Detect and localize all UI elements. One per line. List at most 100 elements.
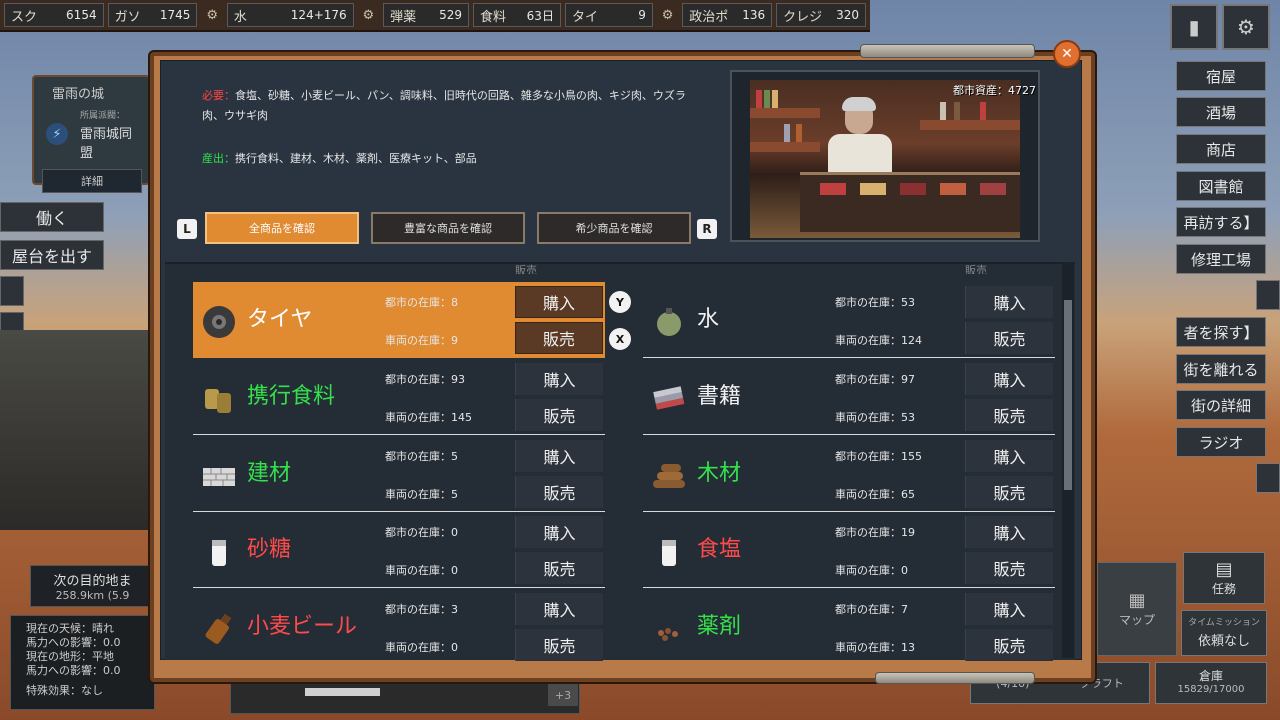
city-stock: 都市の在庫：3 — [385, 603, 458, 616]
map-icon: ▦ — [1128, 590, 1146, 611]
key-l-icon: L — [177, 219, 197, 239]
item-name: 水 — [697, 307, 720, 332]
buy-button[interactable]: 購入 — [965, 516, 1053, 548]
produced-goods: 産出：携行食料、建材、木材、薬剤、医療キット、部品 — [202, 150, 702, 166]
time-mission-panel[interactable]: タイムミッション 依頼なし — [1181, 610, 1267, 656]
destination-distance: 258.9km (5.9 — [55, 589, 130, 602]
books-icon — [653, 386, 685, 410]
menu-inn[interactable]: 宿屋 — [1176, 61, 1266, 91]
produced-label: 産出： — [202, 152, 235, 165]
city-stock: 都市の在庫：97 — [835, 373, 915, 386]
vehicle-stock: 車両の在庫：145 — [385, 411, 472, 424]
weather-line: 現在の天候：晴れ — [26, 622, 114, 635]
storage-button[interactable]: 倉庫 15829/17000 — [1155, 662, 1267, 704]
sell-button[interactable]: 販売 — [965, 629, 1053, 661]
list-item-rations[interactable]: 携行食料 都市の在庫：93 車両の在庫：145 購入 販売 — [193, 359, 605, 435]
storage-label: 倉庫 — [1198, 669, 1223, 683]
menu-tavern[interactable]: 酒場 — [1176, 97, 1266, 127]
tab-all-goods[interactable]: 全商品を確認 — [205, 212, 359, 244]
sell-button[interactable]: 販売 — [965, 476, 1053, 508]
list-item-medicine[interactable]: 薬剤 都市の在庫：7 車両の在庫：13 購入 販売 — [643, 589, 1055, 665]
logs-icon — [653, 464, 685, 488]
weather-panel: 現在の天候：晴れ 馬力への影響：0.0 現在の地形：平地 馬力への影響：0.0 … — [10, 615, 155, 710]
caravan-scene — [0, 330, 160, 530]
side-tab-button[interactable] — [0, 276, 24, 306]
buy-button[interactable]: 購入 — [965, 286, 1053, 318]
menu-repair-shop[interactable]: 修理工場 — [1176, 244, 1266, 274]
item-name: 書籍 — [697, 384, 742, 409]
menu-leave-town[interactable]: 街を離れる — [1176, 354, 1266, 384]
city-stock: 都市の在庫：19 — [835, 526, 915, 539]
menu-radio[interactable]: ラジオ — [1176, 427, 1266, 457]
gear-icon: ⚙ — [206, 7, 218, 23]
menu-town-details[interactable]: 街の詳細 — [1176, 390, 1266, 420]
close-icon[interactable]: ✕ — [1053, 40, 1081, 68]
item-name: 薬剤 — [697, 614, 742, 639]
list-item-wheat-beer[interactable]: 小麦ビール 都市の在庫：3 車両の在庫：0 購入 販売 — [193, 589, 605, 665]
destination-title: 次の目的地ま — [53, 574, 132, 589]
tab-rare-goods[interactable]: 希少商品を確認 — [537, 212, 691, 244]
lightning-icon: ⚡ — [46, 123, 68, 145]
tab-plentiful-goods[interactable]: 豊富な商品を確認 — [371, 212, 525, 244]
list-item-salt[interactable]: 食塩 都市の在庫：19 車両の在庫：0 購入 販売 — [643, 512, 1055, 588]
list-item-sugar[interactable]: 砂糖 都市の在庫：0 車両の在庫：0 購入 販売 — [193, 512, 605, 588]
task-button[interactable]: ▤ 任務 — [1183, 552, 1265, 604]
side-tab-button[interactable] — [1256, 280, 1280, 310]
buy-button[interactable]: 購入 — [965, 440, 1053, 472]
settings-gear-icon[interactable]: ⚙ — [1222, 4, 1270, 50]
list-item-wood[interactable]: 木材 都市の在庫：155 車両の在庫：65 購入 販売 — [643, 436, 1055, 512]
time-mission-status: 依頼なし — [1197, 634, 1250, 649]
buy-button[interactable]: 購入 — [515, 363, 603, 395]
work-button[interactable]: 働く — [0, 202, 104, 232]
sell-button[interactable]: 販売 — [965, 552, 1053, 584]
resource-gasoline: ガソ 1745 — [107, 3, 198, 27]
item-name: 食塩 — [697, 537, 742, 562]
buy-button[interactable]: 購入 — [515, 440, 603, 472]
y-button-icon: Y — [609, 291, 631, 313]
menu-shop[interactable]: 商店 — [1176, 134, 1266, 164]
resource-ammo: 弾薬 529 — [383, 3, 470, 27]
menu-library[interactable]: 図書館 — [1176, 171, 1266, 201]
affiliation-name: 雷雨城同盟 — [80, 127, 133, 161]
list-item-tire[interactable]: タイヤ 都市の在庫：8 車両の在庫：9 購入 販売 — [193, 282, 605, 358]
sell-button[interactable]: 販売 — [515, 322, 603, 354]
list-item-books[interactable]: 書籍 都市の在庫：97 車両の在庫：53 購入 販売 — [643, 359, 1055, 435]
list-item-water[interactable]: 水 都市の在庫：53 車両の在庫：124 購入 販売 — [643, 282, 1055, 358]
city-stock: 都市の在庫：155 — [835, 450, 922, 463]
city-name: 雷雨の城 — [52, 87, 105, 102]
buy-button[interactable]: 購入 — [515, 286, 603, 318]
sell-button[interactable]: 販売 — [965, 322, 1053, 354]
buy-button[interactable]: 購入 — [515, 516, 603, 548]
sell-button[interactable]: 販売 — [515, 552, 603, 584]
buy-button[interactable]: 購入 — [965, 593, 1053, 625]
map-button[interactable]: ▦ マップ — [1097, 562, 1177, 656]
open-stall-button[interactable]: 屋台を出す — [0, 240, 104, 270]
bricks-icon — [203, 468, 235, 486]
x-button-icon: X — [609, 328, 631, 350]
city-stock: 都市の在庫：53 — [835, 296, 915, 309]
partial-row-label: 販売 — [515, 264, 537, 274]
terrain-line: 馬力への影響：0.0 — [26, 664, 121, 677]
buy-button[interactable]: 購入 — [515, 593, 603, 625]
journal-icon[interactable]: ▮ — [1170, 4, 1218, 50]
side-tab-button[interactable] — [1256, 463, 1280, 493]
list-item-building-materials[interactable]: 建材 都市の在庫：5 車両の在庫：5 購入 販売 — [193, 436, 605, 512]
buy-button[interactable]: 購入 — [965, 363, 1053, 395]
city-stock: 都市の在庫：7 — [835, 603, 908, 616]
sell-button[interactable]: 販売 — [515, 476, 603, 508]
city-detail-button[interactable]: 詳細 — [42, 169, 142, 193]
sell-button[interactable]: 販売 — [515, 629, 603, 661]
time-mission-title: タイムミッション — [1188, 618, 1260, 628]
produced-text: 携行食料、建材、木材、薬剤、医療キット、部品 — [235, 152, 477, 165]
sell-button[interactable]: 販売 — [965, 399, 1053, 431]
affiliation-label: 所属派閥： — [80, 111, 126, 121]
vehicle-stock: 車両の在庫：0 — [385, 641, 458, 654]
resource-scrap: スク 6154 — [4, 3, 104, 27]
item-name: タイヤ — [247, 307, 313, 332]
decorative-pipe — [875, 672, 1035, 684]
menu-revisit[interactable]: 再訪する】 — [1176, 207, 1266, 237]
menu-find-person[interactable]: 者を探す】 — [1176, 317, 1266, 347]
sell-button[interactable]: 販売 — [515, 399, 603, 431]
tire-icon — [203, 306, 235, 338]
scrollbar-thumb[interactable] — [1064, 300, 1072, 490]
